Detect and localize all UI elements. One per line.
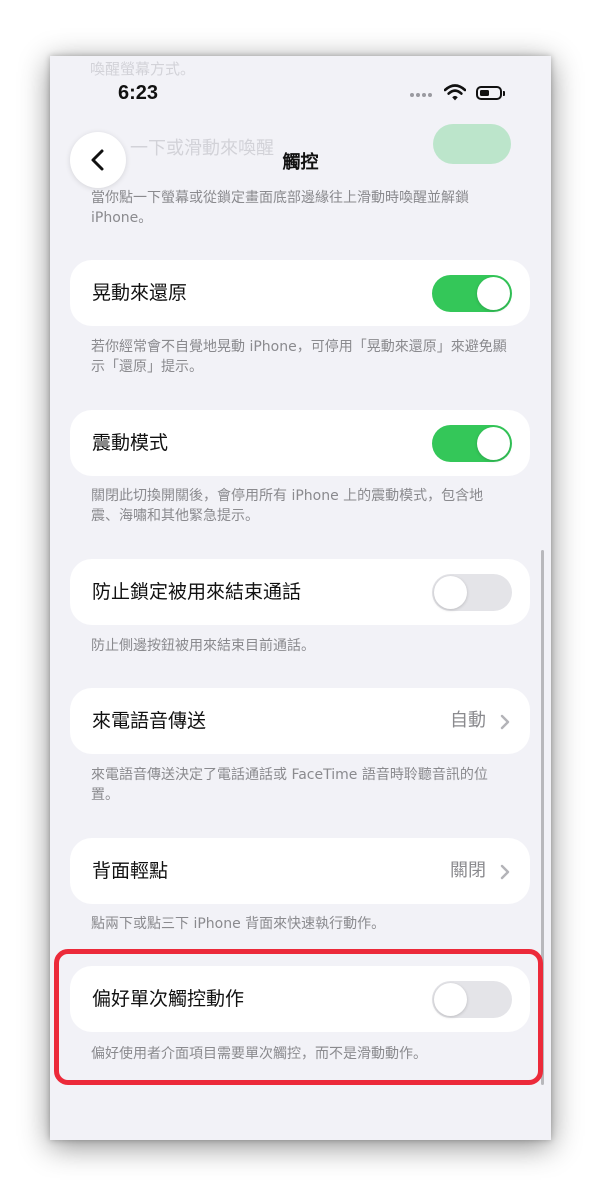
- prevent-lock-end-call-footer: 防止側邊按鈕被用來結束目前通話。: [91, 638, 315, 654]
- row-label: 來電語音傳送: [92, 710, 207, 732]
- chevron-right-icon: [500, 864, 510, 880]
- chevron-right-icon: [500, 714, 510, 730]
- status-time: 6:23: [118, 82, 159, 104]
- row-label: 防止鎖定被用來結束通話: [92, 581, 302, 603]
- shake-to-undo-toggle[interactable]: [432, 275, 512, 312]
- vibration-row[interactable]: 震動模式: [70, 410, 530, 476]
- row-value: 關閉: [450, 860, 486, 881]
- call-audio-routing-row[interactable]: 來電語音傳送 自動: [70, 688, 530, 754]
- back-tap-footer: 點兩下或點三下 iPhone 背面來快速執行動作。: [91, 916, 386, 932]
- back-tap-row[interactable]: 背面輕點 關閉: [70, 838, 530, 904]
- vibration-toggle[interactable]: [432, 425, 512, 462]
- toggle-knob: [477, 427, 510, 460]
- row-value: 自動: [450, 710, 486, 731]
- row-label: 晃動來還原: [92, 282, 188, 304]
- wake-footer: 當你點一下螢幕或從鎖定畫面底部邊緣往上滑動時喚醒並解鎖 iPhone。: [91, 190, 469, 226]
- row-label: 震動模式: [92, 432, 169, 454]
- ghost-text-top: 喚醒螢幕方式。: [90, 60, 196, 78]
- highlight-box: [54, 949, 543, 1085]
- shake-to-undo-footer: 若你經常會不自覺地晃動 iPhone，可停用「晃動來還原」來避免顯示「還原」提示…: [91, 339, 507, 375]
- vibration-footer: 關閉此切換開關後，會停用所有 iPhone 上的震動模式，包含地震、海嘯和其他緊…: [91, 488, 484, 524]
- prevent-lock-end-call-toggle[interactable]: [432, 574, 512, 611]
- wifi-icon: [444, 84, 466, 101]
- prevent-lock-end-call-row[interactable]: 防止鎖定被用來結束通話: [70, 559, 530, 625]
- shake-to-undo-row[interactable]: 晃動來還原: [70, 260, 530, 326]
- call-audio-routing-footer: 來電語音傳送決定了電話通話或 FaceTime 語音時聆聽音訊的位置。: [91, 767, 488, 803]
- battery-icon: [476, 86, 505, 100]
- signal-dots-icon: [410, 93, 434, 97]
- toggle-knob: [434, 576, 467, 609]
- page-title: 觸控: [282, 152, 319, 173]
- row-label: 背面輕點: [92, 860, 169, 882]
- toggle-knob: [477, 277, 510, 310]
